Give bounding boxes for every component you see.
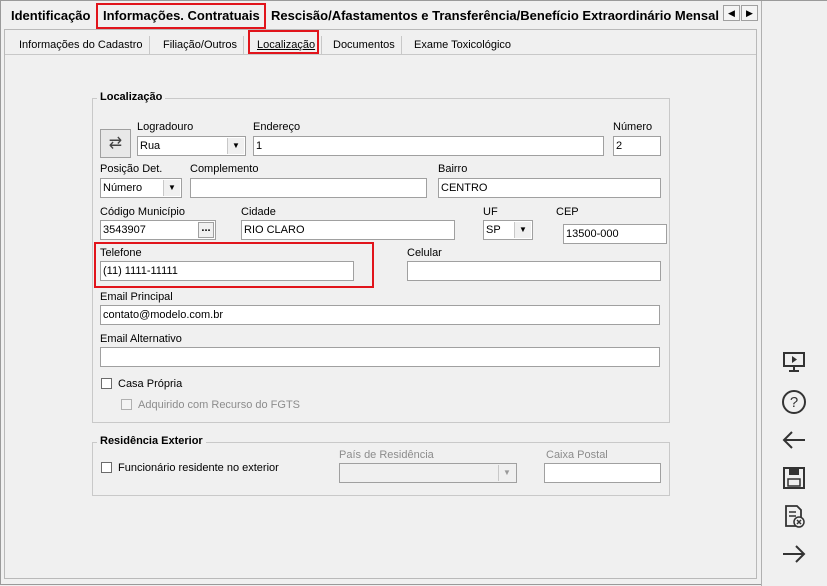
codigo-municipio-field[interactable]: 3543907 ... bbox=[100, 220, 216, 240]
adquirido-fgts-checkbox[interactable] bbox=[121, 399, 132, 410]
cidade-field[interactable]: RIO CLARO bbox=[241, 220, 455, 240]
chevron-down-icon: ▼ bbox=[514, 222, 531, 238]
uf-label: UF bbox=[483, 206, 498, 218]
posicao-det-label: Posição Det. bbox=[100, 163, 163, 175]
forward-arrow-icon[interactable] bbox=[780, 541, 808, 569]
presentation-icon[interactable] bbox=[780, 349, 808, 377]
celular-label: Celular bbox=[407, 247, 442, 259]
action-sidebar: ? bbox=[761, 1, 827, 586]
uf-value: SP bbox=[486, 224, 501, 236]
localizacao-legend: Localização bbox=[97, 91, 166, 103]
complemento-field[interactable] bbox=[190, 178, 427, 198]
codigo-municipio-value: 3543907 bbox=[103, 224, 146, 236]
subtab-filiacao[interactable]: Filiação/Outros bbox=[157, 36, 244, 54]
casa-propria-label: Casa Própria bbox=[118, 378, 183, 390]
posicao-det-value: Número bbox=[103, 182, 143, 194]
highlight-subtab-localizacao bbox=[248, 30, 319, 54]
bairro-label: Bairro bbox=[438, 163, 468, 175]
subtab-informacoes-cadastro[interactable]: Informações do Cadastro bbox=[13, 36, 150, 54]
pais-residencia-select[interactable]: ▼ bbox=[339, 463, 517, 483]
chevron-down-icon: ▼ bbox=[227, 138, 244, 154]
back-arrow-icon[interactable] bbox=[780, 427, 808, 455]
residencia-exterior-legend: Residência Exterior bbox=[97, 435, 206, 447]
cidade-label: Cidade bbox=[241, 206, 276, 218]
uf-select[interactable]: SP ▼ bbox=[483, 220, 533, 240]
residente-exterior-checkbox[interactable] bbox=[101, 462, 112, 473]
logradouro-select[interactable]: Rua ▼ bbox=[137, 136, 246, 156]
endereco-field[interactable]: 1 bbox=[253, 136, 604, 156]
adquirido-fgts-label: Adquirido com Recurso do FGTS bbox=[138, 399, 301, 411]
numero-label: Número bbox=[613, 121, 653, 133]
email-principal-label: Email Principal bbox=[100, 291, 173, 303]
email-alternativo-label: Email Alternativo bbox=[100, 333, 182, 345]
help-icon[interactable]: ? bbox=[780, 389, 808, 417]
celular-field[interactable] bbox=[407, 261, 661, 281]
posicao-det-select[interactable]: Número ▼ bbox=[100, 178, 182, 198]
swap-arrows-icon[interactable]: ⇄ bbox=[100, 129, 131, 158]
residente-exterior-label: Funcionário residente no exterior bbox=[118, 462, 279, 474]
bairro-field[interactable]: CENTRO bbox=[438, 178, 661, 198]
codigo-municipio-label: Código Município bbox=[100, 206, 185, 218]
tabs-scroll-right-icon[interactable]: ▶ bbox=[741, 5, 758, 21]
complemento-label: Complemento bbox=[190, 163, 259, 175]
caixa-postal-label: Caixa Postal bbox=[546, 449, 608, 461]
highlight-tab-informacoes bbox=[96, 3, 266, 29]
cancel-document-icon[interactable] bbox=[780, 503, 808, 531]
save-icon[interactable] bbox=[780, 465, 808, 493]
highlight-telefone bbox=[94, 242, 374, 288]
chevron-down-icon: ▼ bbox=[163, 180, 180, 196]
pais-residencia-label: País de Residência bbox=[339, 449, 434, 461]
cep-label: CEP bbox=[556, 206, 579, 218]
logradouro-label: Logradouro bbox=[137, 121, 194, 133]
svg-text:?: ? bbox=[790, 394, 798, 411]
endereco-label: Endereço bbox=[253, 121, 301, 133]
tabs-scroll-left-icon[interactable]: ◀ bbox=[723, 5, 740, 21]
numero-field[interactable]: 2 bbox=[613, 136, 661, 156]
casa-propria-checkbox[interactable] bbox=[101, 378, 112, 389]
subtab-divider bbox=[5, 54, 756, 55]
caixa-postal-field[interactable] bbox=[544, 463, 661, 483]
subtab-exame-toxicologico[interactable]: Exame Toxicológico bbox=[408, 36, 517, 54]
chevron-down-icon: ▼ bbox=[498, 465, 515, 481]
subtab-documentos[interactable]: Documentos bbox=[327, 36, 402, 54]
email-principal-field[interactable]: contato@modelo.com.br bbox=[100, 305, 660, 325]
email-alternativo-field[interactable] bbox=[100, 347, 660, 367]
lookup-button[interactable]: ... bbox=[198, 222, 214, 238]
cep-field[interactable]: 13500-000 bbox=[563, 224, 667, 244]
main-window: Identificação Informações. Contratuais R… bbox=[0, 0, 827, 586]
tab-rescisao[interactable]: Rescisão/Afastamentos e Transferência/Be… bbox=[265, 5, 725, 27]
logradouro-value: Rua bbox=[140, 140, 161, 152]
tab-identificacao[interactable]: Identificação bbox=[5, 5, 96, 27]
